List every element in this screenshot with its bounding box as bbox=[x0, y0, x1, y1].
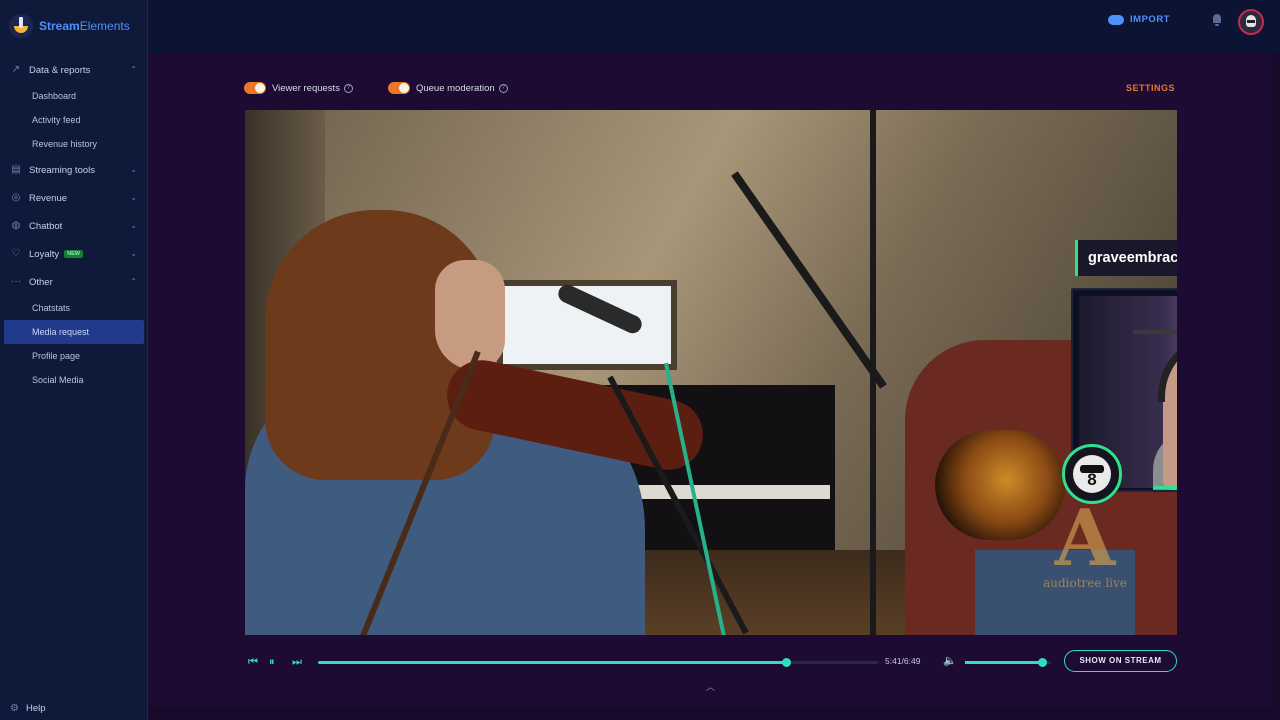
sidebar-section-streaming-tools[interactable]: ▤ Streaming tools ⌄ bbox=[0, 156, 148, 184]
player-controls: ⏮ ⏸ ⏭ 5:41/6:49 🔈 SHOW ON STREAM bbox=[245, 650, 1177, 674]
import-button[interactable]: IMPORT bbox=[1108, 14, 1170, 25]
skip-forward-icon[interactable]: ⏭ bbox=[292, 654, 302, 670]
revenue-icon: ◎ bbox=[11, 192, 21, 203]
chart-icon: ↗ bbox=[11, 64, 21, 75]
volume-handle[interactable] bbox=[1038, 658, 1048, 667]
pause-icon[interactable]: ⏸ bbox=[269, 654, 275, 670]
webcam-scene bbox=[1133, 330, 1177, 334]
sidebar: StreamElements ↗ Data & reports ⌃ Dashbo… bbox=[0, 0, 148, 720]
chevron-down-icon: ⌄ bbox=[130, 221, 137, 230]
settings-link[interactable]: SETTINGS bbox=[1126, 83, 1175, 93]
sidebar-section-label: Loyalty bbox=[29, 248, 60, 260]
video-player[interactable]: A audiotree live graveembrace: 300 8 bbox=[245, 110, 1177, 635]
watermark-letter: A bbox=[1054, 493, 1116, 584]
sidebar-item-chatstats[interactable]: Chatstats bbox=[0, 296, 148, 320]
sidebar-item-social-media[interactable]: Social Media bbox=[0, 368, 148, 392]
toggle-label: Viewer requests bbox=[272, 82, 340, 94]
skip-back-icon[interactable]: ⏮ bbox=[248, 654, 258, 670]
chevron-down-icon: ⌄ bbox=[130, 249, 137, 258]
loyalty-icon: ♡ bbox=[11, 248, 21, 259]
chevron-down-icon: ⌄ bbox=[130, 193, 137, 202]
toggle-switch[interactable] bbox=[387, 82, 410, 94]
sidebar-section-label: Data & reports bbox=[29, 64, 91, 76]
chevron-up-icon: ⌃ bbox=[130, 65, 137, 74]
bell-icon[interactable] bbox=[1212, 14, 1222, 26]
show-on-stream-button[interactable]: SHOW ON STREAM bbox=[1064, 650, 1177, 672]
sidebar-item-revenue-history[interactable]: Revenue history bbox=[0, 132, 148, 156]
import-label: IMPORT bbox=[1130, 14, 1170, 25]
queue-moderation-toggle[interactable]: Queue moderation ? bbox=[387, 82, 508, 94]
sidebar-section-other[interactable]: ··· Other ⌃ bbox=[0, 268, 148, 296]
sidebar-item-dashboard[interactable]: Dashboard bbox=[0, 84, 148, 108]
tools-icon: ▤ bbox=[11, 164, 21, 175]
playback-time: 5:41/6:49 bbox=[885, 656, 921, 666]
help-link[interactable]: ⚙ Help bbox=[10, 703, 46, 714]
help-circle-icon[interactable]: ? bbox=[498, 83, 508, 93]
toggle-row: Viewer requests ? Queue moderation ? bbox=[244, 82, 543, 94]
video-scene bbox=[435, 260, 505, 370]
sidebar-item-media-request[interactable]: Media request bbox=[4, 320, 144, 344]
sidebar-nav: ↗ Data & reports ⌃ Dashboard Activity fe… bbox=[0, 56, 148, 392]
volume-slider[interactable] bbox=[965, 658, 1051, 667]
media-request-panel: Viewer requests ? Queue moderation ? SET… bbox=[148, 54, 1272, 706]
more-icon: ··· bbox=[11, 276, 21, 287]
sidebar-section-label: Chatbot bbox=[29, 220, 63, 232]
help-label: Help bbox=[25, 703, 46, 714]
sidebar-section-label: Streaming tools bbox=[29, 164, 96, 176]
viewer-requests-toggle[interactable]: Viewer requests ? bbox=[244, 82, 353, 94]
sidebar-item-profile-page[interactable]: Profile page bbox=[0, 344, 148, 368]
volume-icon[interactable]: 🔈 bbox=[943, 654, 957, 667]
sidebar-section-chatbot[interactable]: ◍ Chatbot ⌄ bbox=[0, 212, 148, 240]
webcam-accent-line bbox=[1153, 486, 1177, 489]
help-circle-icon[interactable]: ? bbox=[343, 83, 353, 93]
chevron-up-icon[interactable]: ︿ bbox=[706, 680, 715, 693]
chevron-down-icon: ⌄ bbox=[130, 165, 137, 174]
new-badge: NEW bbox=[64, 250, 83, 258]
brand-name: StreamElements bbox=[39, 19, 130, 33]
sidebar-section-label: Other bbox=[29, 276, 53, 288]
sidebar-section-revenue[interactable]: ◎ Revenue ⌄ bbox=[0, 184, 148, 212]
chevron-up-icon: ⌃ bbox=[130, 277, 137, 286]
watermark: A audiotree live bbox=[1035, 493, 1135, 591]
skull-icon: 8 bbox=[1073, 455, 1111, 493]
toggle-label: Queue moderation bbox=[415, 82, 495, 94]
brand-logo[interactable]: StreamElements bbox=[9, 14, 130, 38]
chatbot-icon: ◍ bbox=[11, 220, 21, 231]
video-scene bbox=[731, 171, 887, 389]
top-bar: IMPORT bbox=[148, 0, 1280, 54]
seek-handle[interactable] bbox=[782, 658, 792, 667]
cloud-upload-icon bbox=[1108, 14, 1125, 25]
sidebar-section-data-reports[interactable]: ↗ Data & reports ⌃ bbox=[0, 56, 148, 84]
volume-level bbox=[965, 661, 1043, 664]
toggle-switch[interactable] bbox=[244, 82, 266, 94]
stream-overlay-label: graveembrace: 300 bbox=[1075, 240, 1177, 276]
sidebar-section-loyalty[interactable]: ♡ Loyalty NEW ⌄ bbox=[0, 240, 148, 268]
streamelements-logo-icon bbox=[9, 14, 33, 38]
skull-badge: 8 bbox=[1062, 444, 1122, 504]
sidebar-section-label: Revenue bbox=[29, 192, 68, 204]
sidebar-item-activity-feed[interactable]: Activity feed bbox=[0, 108, 148, 132]
seek-progress bbox=[318, 661, 787, 664]
avatar[interactable] bbox=[1238, 9, 1264, 35]
gear-icon: ⚙ bbox=[10, 703, 19, 714]
seek-bar[interactable] bbox=[318, 658, 878, 667]
watermark-text: audiotree live bbox=[1043, 576, 1127, 590]
